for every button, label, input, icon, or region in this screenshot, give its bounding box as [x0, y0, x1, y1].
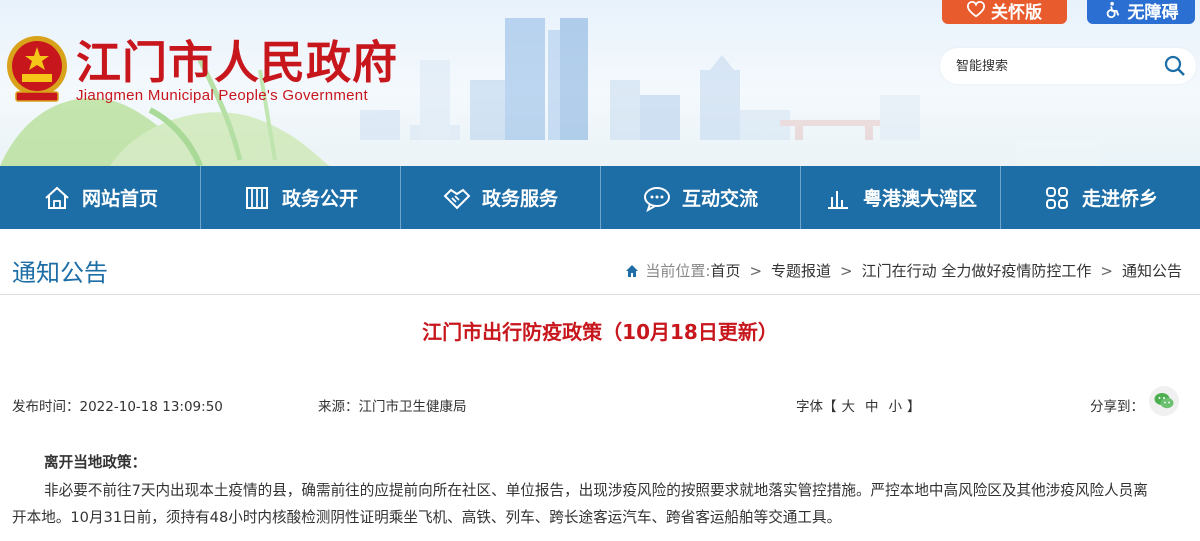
heart-icon [967, 1, 985, 18]
section-title: 通知公告 [12, 259, 108, 287]
nav-item-label: 政务服务 [481, 188, 558, 210]
breadcrumb-link-home[interactable]: 首页 [710, 260, 740, 281]
search-input[interactable] [956, 58, 1164, 74]
article-source: 来源：江门市卫生健康局 [318, 399, 467, 415]
article-subheading: 离开当地政策： [44, 454, 147, 471]
font-size-large-button[interactable]: 大 [842, 399, 856, 415]
wechat-icon [1154, 393, 1174, 409]
share-label: 分享到： [1090, 399, 1144, 415]
article-meta: 发布时间：2022-10-18 13:09:50 来源：江门市卫生健康局 字体【… [0, 392, 1200, 416]
accessibility-button[interactable]: 无障碍 [1087, 0, 1195, 24]
building-icon [245, 186, 268, 209]
site-title: 江门市人民政府 [76, 36, 399, 89]
main-nav: 网站首页 政务公开 政务服务 互动交流 粤港澳大湾区 走进侨乡 [0, 166, 1200, 229]
handshake-icon [443, 188, 471, 209]
font-size-label: 字体【 [796, 399, 837, 415]
breadcrumb-separator: > [749, 261, 763, 280]
nav-item-gov-services[interactable]: 政务服务 [400, 166, 600, 229]
grid-icon [1045, 186, 1068, 209]
article-title: 江门市出行防疫政策（10月18日更新） [422, 320, 778, 344]
care-mode-label: 关怀版 [991, 2, 1042, 23]
wheelchair-icon [1106, 1, 1119, 19]
home-icon [626, 264, 639, 277]
breadcrumb-separator: > [840, 261, 853, 280]
home-icon [45, 186, 69, 209]
section-header: 通知公告 当前位置: 首页 > 专题报道 > 江门在行动 全力做好疫情防控工作 … [0, 229, 1200, 295]
article-body: 离开当地政策： 非必要不前往7天内出现本土疫情的县，确需前往的应提前向所在社区、… [12, 449, 1188, 532]
breadcrumb-separator: > [1100, 261, 1113, 280]
nav-item-label: 政务公开 [281, 188, 358, 210]
nav-item-gov-affairs[interactable]: 政务公开 [200, 166, 400, 229]
site-subtitle: Jiangmen Municipal People's Government [76, 87, 368, 104]
national-emblem-logo [7, 36, 67, 102]
breadcrumb-link-special-reports[interactable]: 专题报道 [771, 260, 831, 281]
nav-item-label: 粤港澳大湾区 [862, 188, 977, 210]
nav-item-label: 网站首页 [81, 188, 158, 210]
font-size-medium-button[interactable]: 中 [865, 399, 879, 415]
nav-item-overseas-hometown[interactable]: 走进侨乡 [1000, 166, 1200, 229]
font-size-small-button[interactable]: 小 [889, 399, 903, 415]
search-bar [940, 48, 1196, 84]
article-paragraph-line: 开本地。10月31日前，须持有48小时内核酸检测阴性证明乘坐飞机、高铁、列车、跨… [12, 509, 842, 526]
site-header: 江门市人民政府 Jiangmen Municipal People's Gove… [0, 0, 1200, 166]
nav-item-label: 走进侨乡 [1081, 188, 1158, 210]
article-paragraph-line: 非必要不前往7天内出现本土疫情的县，确需前往的应提前向所在社区、单位报告，出现涉… [44, 481, 1148, 499]
publish-time: 发布时间：2022-10-18 13:09:50 [12, 399, 223, 415]
breadcrumb-link-epidemic-topic[interactable]: 江门在行动 全力做好疫情防控工作 [862, 260, 1092, 281]
chat-icon [643, 186, 670, 212]
nav-item-home[interactable]: 网站首页 [0, 166, 200, 229]
nav-item-greater-bay-area[interactable]: 粤港澳大湾区 [800, 166, 1000, 229]
breadcrumb: 当前位置: 首页 > 专题报道 > 江门在行动 全力做好疫情防控工作 > 通知公… [625, 260, 1182, 281]
nav-item-label: 互动交流 [681, 188, 758, 210]
chart-icon [827, 190, 848, 209]
font-size-bracket: 】 [907, 399, 921, 415]
care-mode-button[interactable]: 关怀版 [942, 0, 1067, 24]
search-icon[interactable] [1164, 55, 1186, 77]
font-size-control: 字体【大中小】 [796, 395, 921, 415]
article-paragraph: 非必要不前往7天内出现本土疫情的县，确需前往的应提前向所在社区、单位报告，出现涉… [12, 477, 1188, 532]
wechat-share-button[interactable] [1149, 386, 1179, 416]
breadcrumb-prefix: 当前位置: [645, 262, 711, 280]
breadcrumb-link-notices[interactable]: 通知公告 [1122, 260, 1182, 281]
accessibility-label: 无障碍 [1127, 2, 1179, 23]
nav-item-interaction[interactable]: 互动交流 [600, 166, 800, 229]
